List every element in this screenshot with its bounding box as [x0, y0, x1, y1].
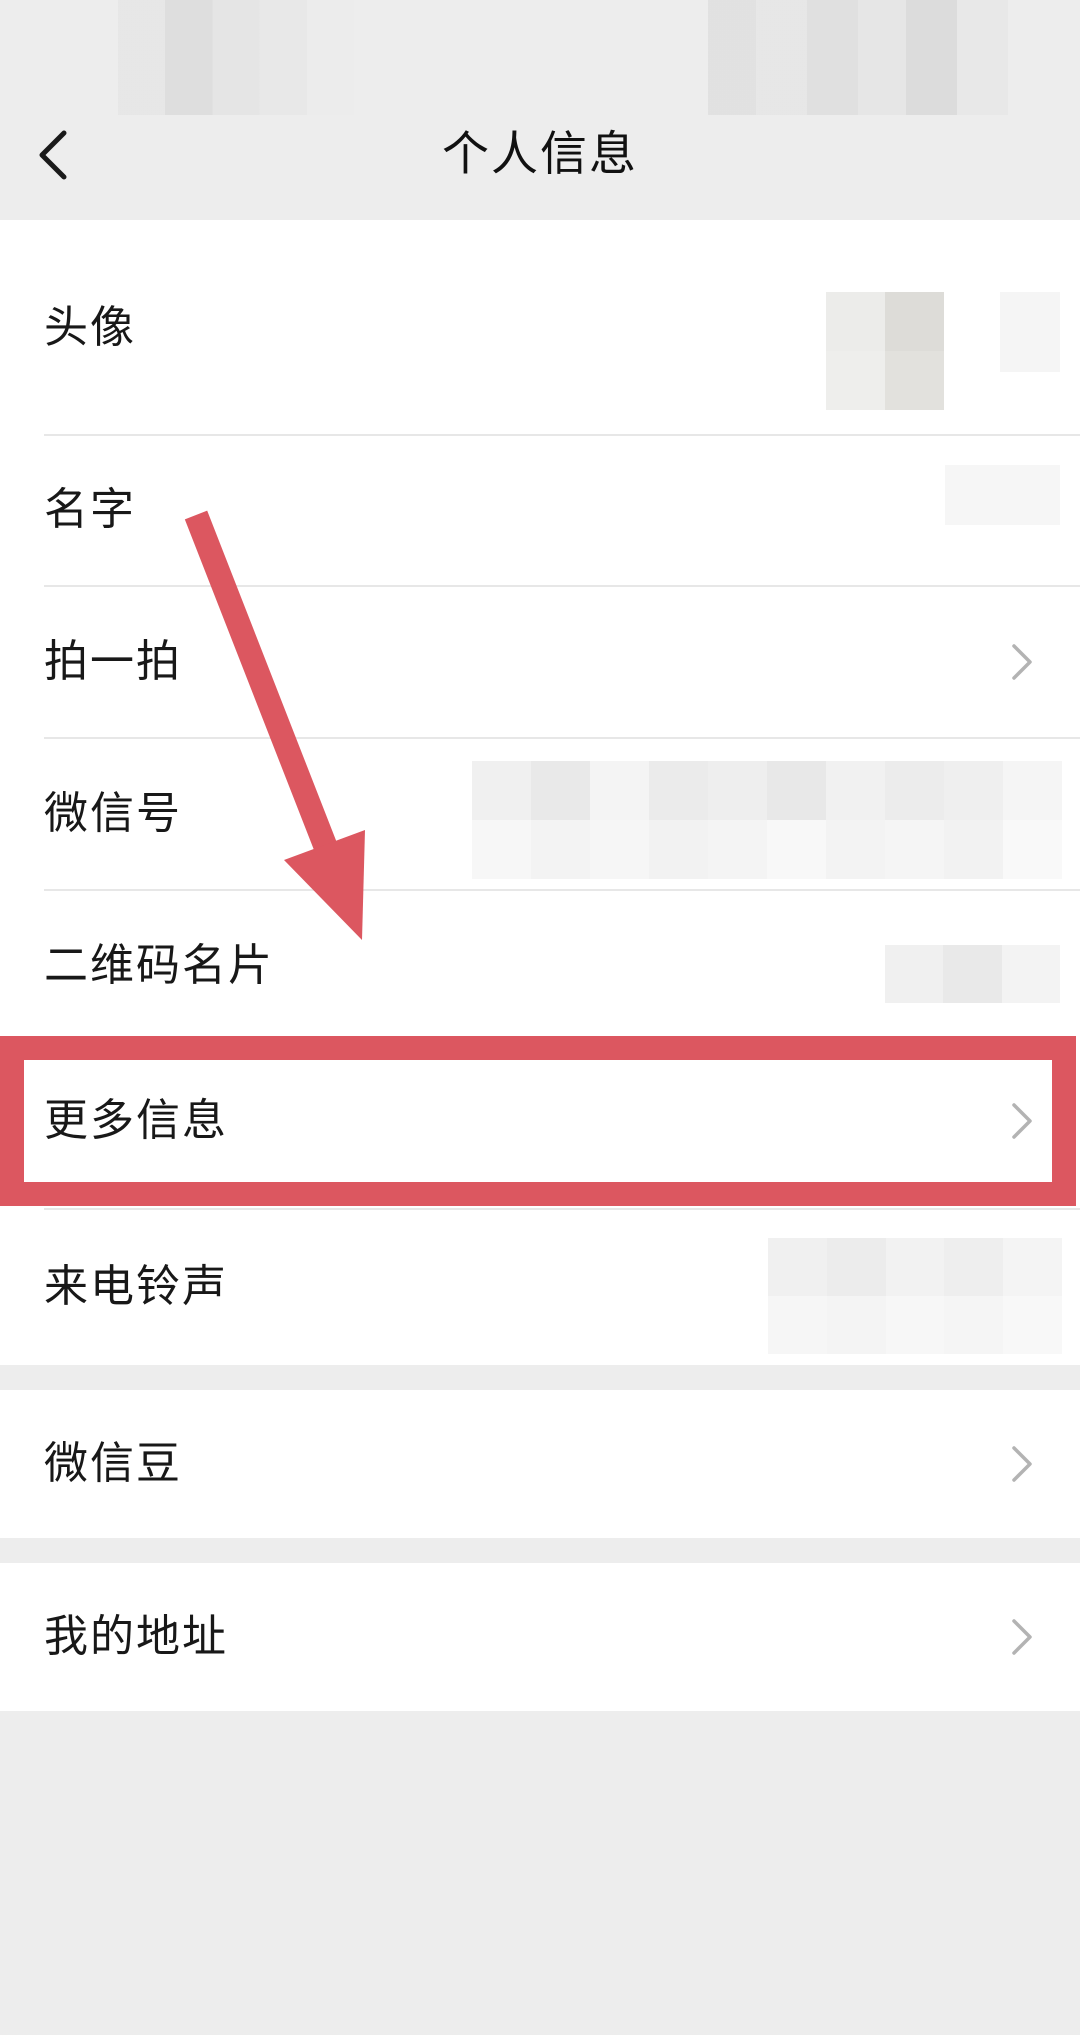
annotation-arrow: [184, 510, 365, 940]
